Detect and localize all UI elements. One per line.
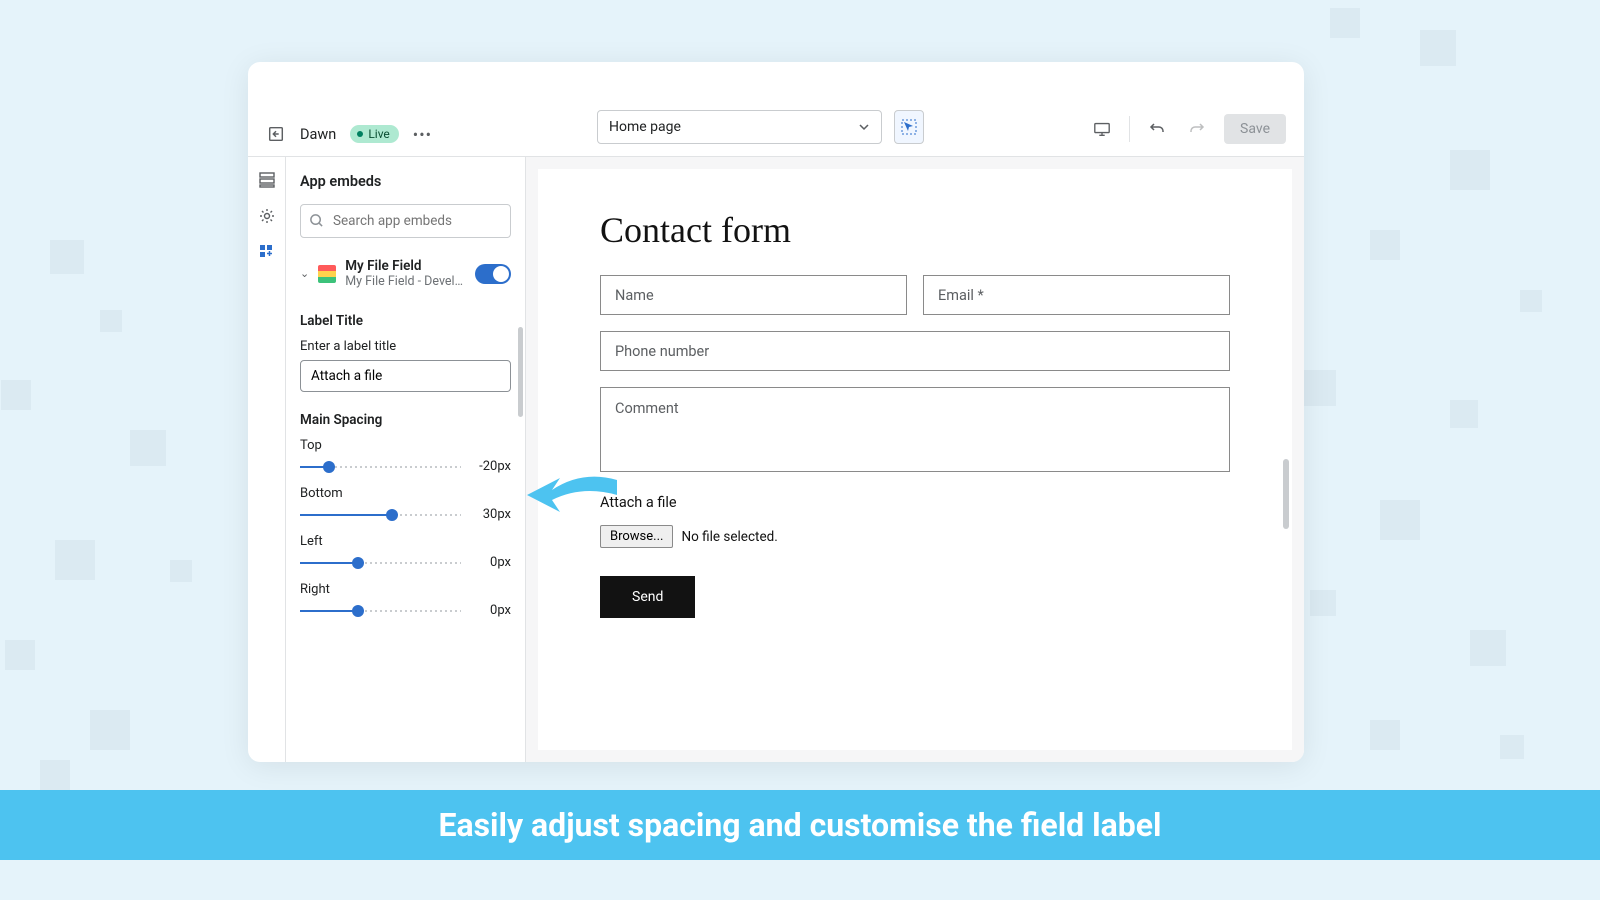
theme-editor-window: Dawn Live ••• Home page Save App embeds xyxy=(248,62,1304,762)
embed-subtitle: My File Field - Develop… xyxy=(345,274,466,289)
search-input[interactable] xyxy=(300,204,511,238)
scrollbar[interactable] xyxy=(1283,459,1289,529)
marketing-banner: Easily adjust spacing and customise the … xyxy=(0,790,1600,860)
topbar: Dawn Live ••• Home page Save xyxy=(248,62,1304,157)
chevron-down-icon xyxy=(858,121,870,133)
slider-label: Top xyxy=(300,438,511,453)
save-button[interactable]: Save xyxy=(1224,114,1286,144)
preview-canvas: Contact form Name Email * Phone number C… xyxy=(538,169,1292,750)
spacing-slider[interactable] xyxy=(300,460,461,474)
scrollbar[interactable] xyxy=(518,327,523,417)
redo-button[interactable] xyxy=(1184,116,1210,142)
sidebar: App embeds ⌄ My File Field My File Field… xyxy=(286,157,526,762)
comment-field[interactable]: Comment xyxy=(600,387,1230,472)
slider-value: 0px xyxy=(471,603,511,618)
embed-toggle[interactable] xyxy=(475,264,511,284)
status-badge: Live xyxy=(350,125,398,143)
inspector-button[interactable] xyxy=(894,110,924,144)
callout-arrow xyxy=(512,460,622,530)
slider-value: -20px xyxy=(471,459,511,474)
main-spacing-heading: Main Spacing xyxy=(300,412,511,428)
desktop-view-button[interactable] xyxy=(1089,116,1115,142)
theme-name: Dawn xyxy=(300,126,336,143)
email-field[interactable]: Email * xyxy=(923,275,1230,315)
slider-label: Left xyxy=(300,534,511,549)
page-selector-label: Home page xyxy=(609,119,681,135)
form-title: Contact form xyxy=(600,209,1230,251)
label-title-input[interactable] xyxy=(300,360,511,392)
spacing-slider[interactable] xyxy=(300,556,461,570)
embed-name: My File Field xyxy=(345,258,466,274)
page-selector[interactable]: Home page xyxy=(597,110,882,144)
phone-field[interactable]: Phone number xyxy=(600,331,1230,371)
app-embed-item[interactable]: ⌄ My File Field My File Field - Develop… xyxy=(300,254,511,299)
slider-value: 30px xyxy=(471,507,511,522)
banner-text: Easily adjust spacing and customise the … xyxy=(438,806,1161,844)
slider-label: Bottom xyxy=(300,486,511,501)
search-icon xyxy=(309,213,324,228)
chevron-down-icon: ⌄ xyxy=(300,267,309,280)
name-field[interactable]: Name xyxy=(600,275,907,315)
enter-label-label: Enter a label title xyxy=(300,339,511,354)
preview-pane: Contact form Name Email * Phone number C… xyxy=(526,157,1304,762)
attach-label: Attach a file xyxy=(600,494,1230,511)
spacing-slider[interactable] xyxy=(300,508,461,522)
app-icon xyxy=(318,265,336,283)
send-button[interactable]: Send xyxy=(600,576,695,618)
undo-button[interactable] xyxy=(1144,116,1170,142)
app-embeds-icon[interactable] xyxy=(258,243,276,261)
left-rail xyxy=(248,157,286,762)
sections-icon[interactable] xyxy=(258,171,276,189)
sidebar-title: App embeds xyxy=(300,173,511,190)
file-status: No file selected. xyxy=(681,529,777,545)
slider-value: 0px xyxy=(471,555,511,570)
slider-label: Right xyxy=(300,582,511,597)
more-button[interactable]: ••• xyxy=(413,125,432,144)
exit-button[interactable] xyxy=(266,124,286,144)
settings-icon[interactable] xyxy=(258,207,276,225)
divider xyxy=(1129,116,1130,142)
spacing-slider[interactable] xyxy=(300,604,461,618)
label-title-heading: Label Title xyxy=(300,313,511,329)
